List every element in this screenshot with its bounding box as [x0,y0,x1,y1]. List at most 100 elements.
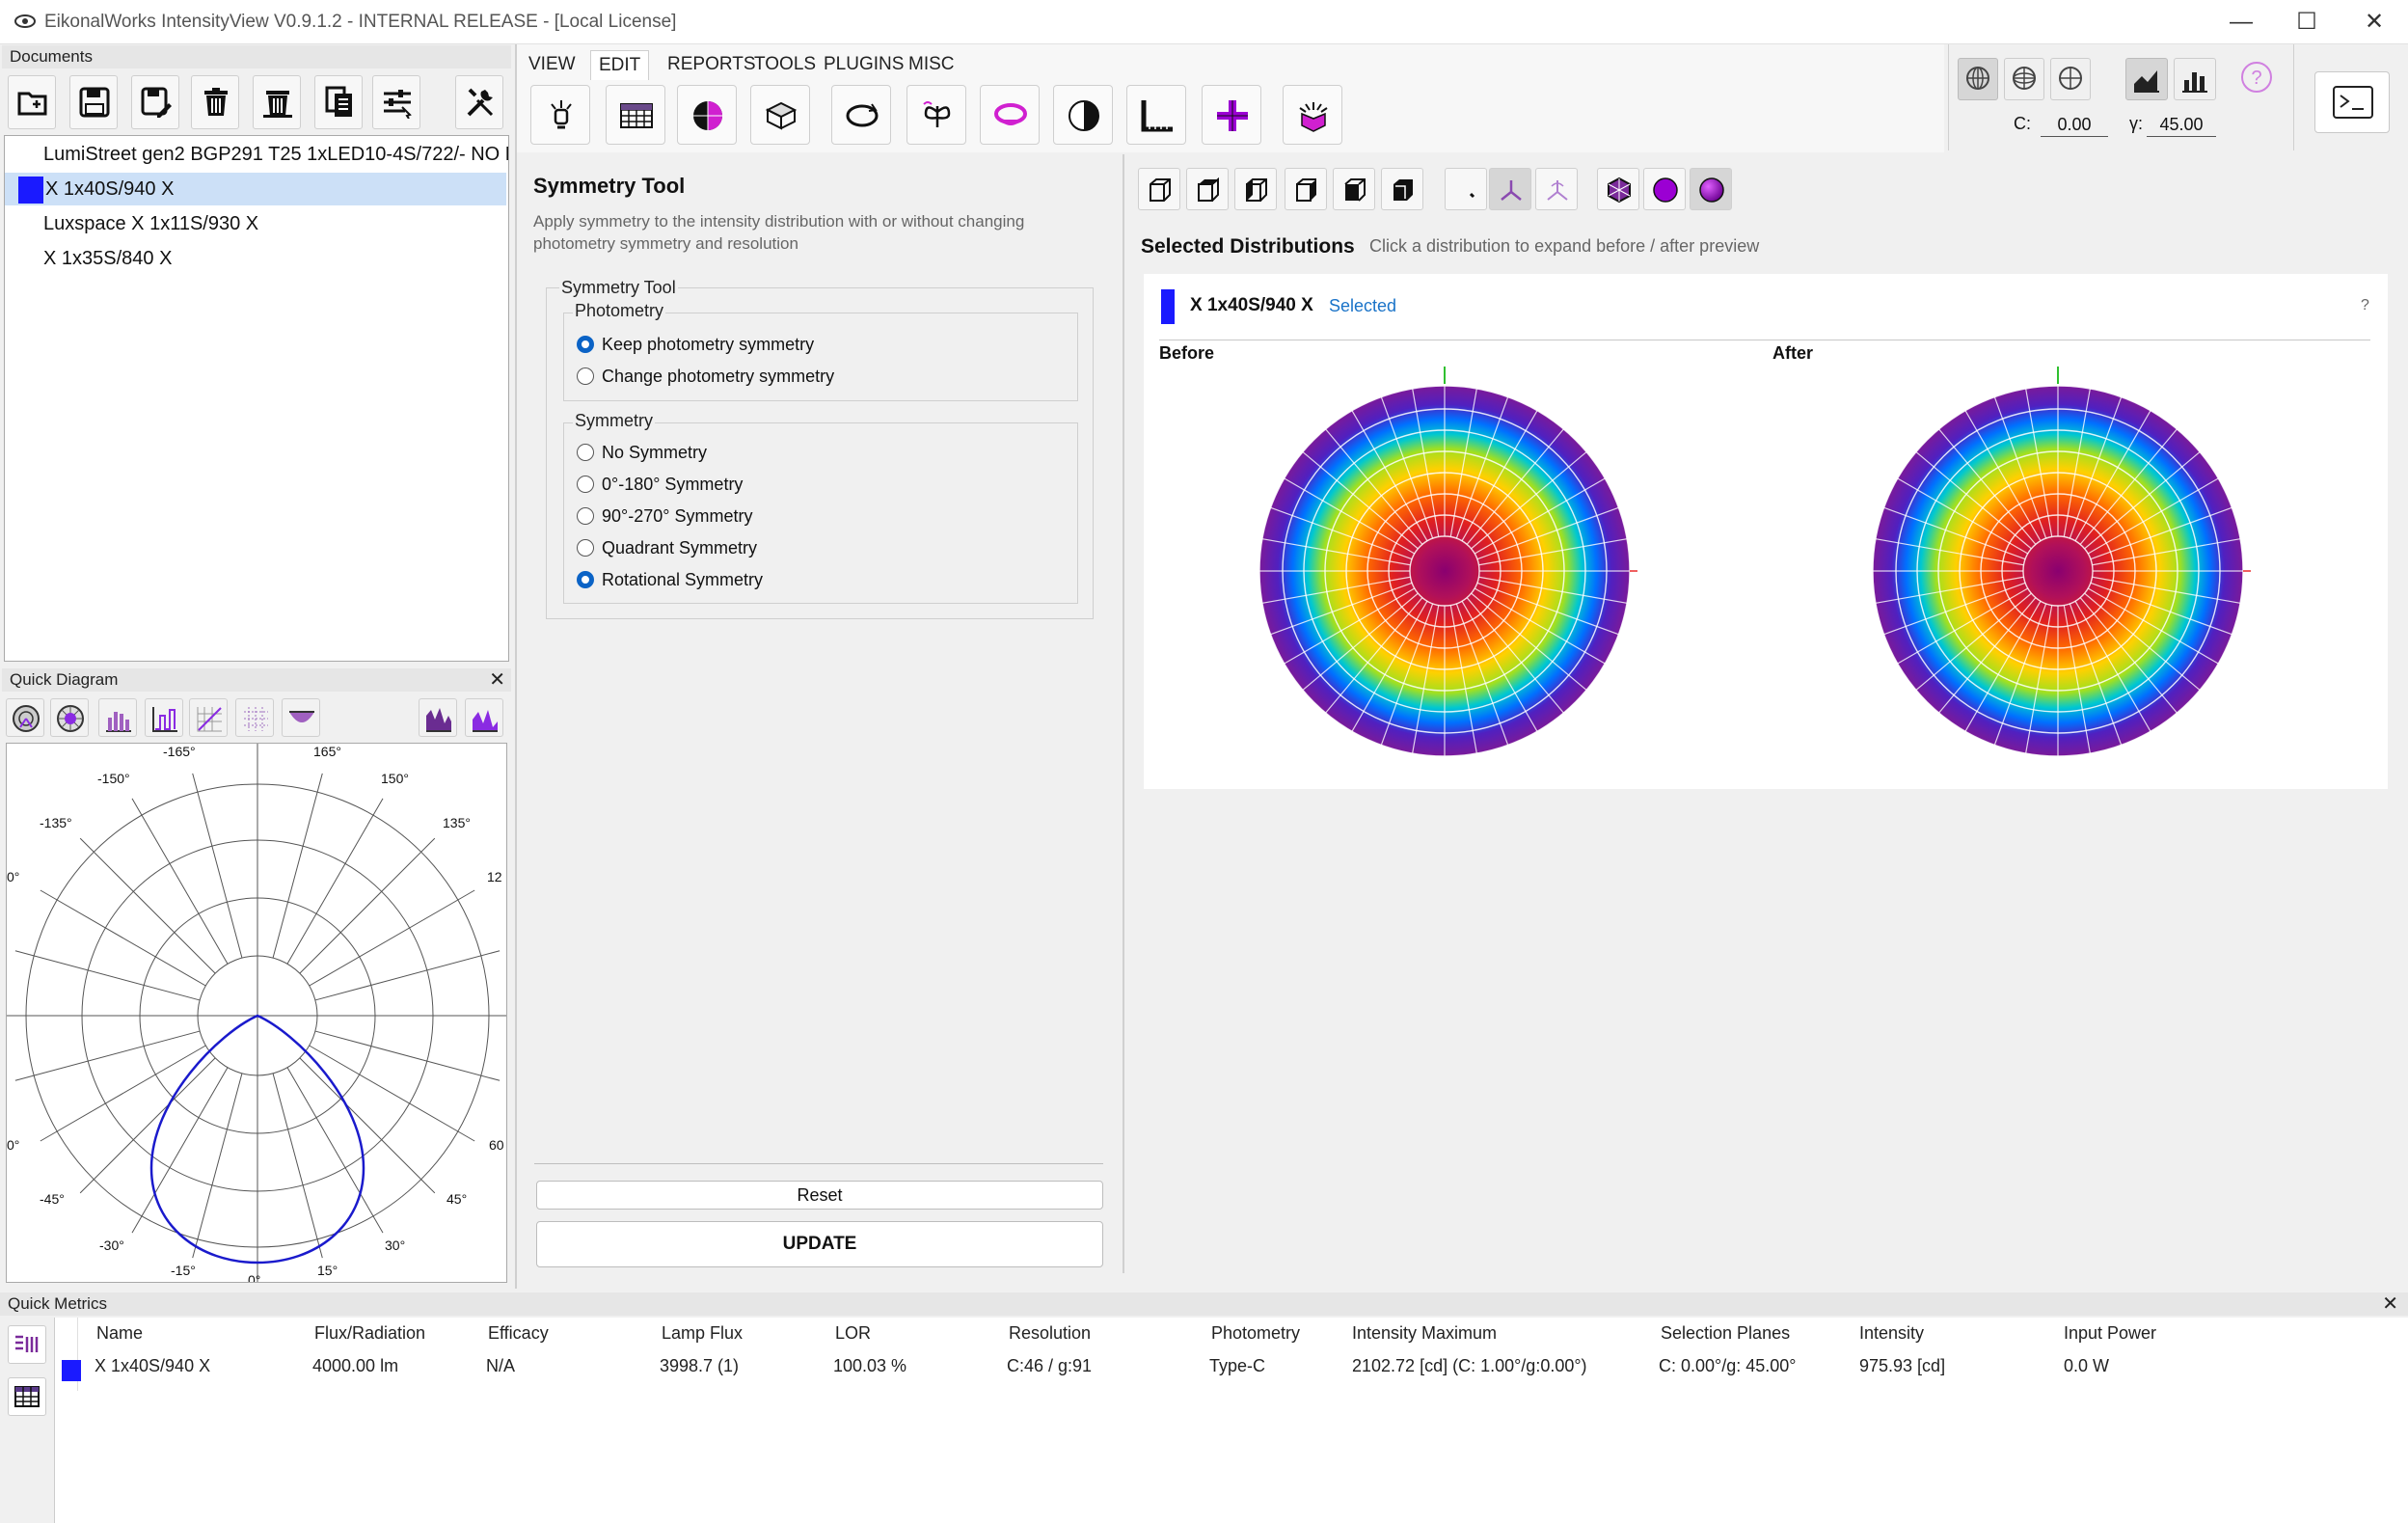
tools-button[interactable] [455,75,503,129]
close-quick-diagram-button[interactable]: ✕ [489,668,505,692]
spectrum-compare-button[interactable] [465,698,503,737]
update-button[interactable]: UPDATE [536,1221,1103,1267]
cube-right-icon [1296,178,1316,202]
add-button[interactable] [1202,85,1261,145]
radio-label: No Symmetry [602,443,708,462]
chart-area-button[interactable] [2125,58,2168,100]
distribution-help[interactable]: ? [2361,297,2369,314]
symmetry-tool-title: Symmetry Tool [533,174,686,198]
isoline-button[interactable] [189,698,228,737]
col-intensity-maximum[interactable]: Intensity Maximum [1352,1323,1497,1344]
c-value-input[interactable]: 0.00 [2041,112,2108,137]
coordinate-a-alpha-button[interactable] [2050,58,2091,100]
table-button[interactable] [606,85,665,145]
rotational-symmetry-radio[interactable]: Rotational Symmetry [575,567,763,592]
coordinate-b-beta-button[interactable] [2004,58,2044,100]
coordinate-c-gamma-button[interactable] [1958,58,1998,100]
tab-plugins[interactable]: PLUGINS [816,50,911,79]
keep-photometry-radio[interactable]: Keep photometry symmetry [575,332,814,357]
rotate-button[interactable] [831,85,891,145]
minimize-button[interactable]: — [2220,8,2262,37]
maximize-button[interactable]: ☐ [2286,8,2328,37]
splitter[interactable] [1123,154,1124,1273]
polar-diagram-button[interactable] [6,698,44,737]
flip-button[interactable] [980,85,1040,145]
tab-tools[interactable]: TOOLS [746,50,824,79]
quick-metrics-header: Quick Metrics ✕ [0,1292,2408,1316]
console-button[interactable] [2314,71,2390,133]
wireframe-button[interactable] [1597,168,1639,210]
quadrant-symmetry-radio[interactable]: Quadrant Symmetry [575,535,757,560]
chart-bar-button[interactable] [2174,58,2216,100]
col-lamp-flux[interactable]: Lamp Flux [662,1323,743,1344]
document-item[interactable]: X 1x35S/840 X [5,242,508,275]
metrics-table-view-button[interactable] [8,1377,46,1416]
axes-light-button[interactable] [1535,168,1578,210]
smooth-shade-button[interactable] [1690,168,1732,210]
half-circle-button[interactable] [1053,85,1113,145]
ruler-button[interactable] [1126,85,1186,145]
no-symmetry-radio[interactable]: No Symmetry [575,440,707,465]
pointer-button[interactable] [1445,168,1487,210]
col-intensity[interactable]: Intensity [1859,1323,1924,1344]
tab-misc[interactable]: MISC [901,50,962,79]
isocandela-button[interactable] [235,698,274,737]
copy-button[interactable] [314,75,363,129]
document-item-selected[interactable]: X 1x40S/940 X [5,173,506,205]
cartesian-polar-button[interactable] [50,698,89,737]
view-front-button[interactable] [1138,168,1180,210]
filter-settings-button[interactable] [372,75,420,129]
distribution-card[interactable]: X 1x40S/940 X Selected ? Before After [1144,274,2388,789]
col-name[interactable]: Name [96,1323,143,1344]
col-resolution[interactable]: Resolution [1009,1323,1091,1344]
polar-grid-spoke [192,773,243,959]
col-input-power[interactable]: Input Power [2064,1323,2156,1344]
open-folder-button[interactable] [8,75,56,129]
view-top-button[interactable] [1186,168,1229,210]
spectrum-button[interactable] [419,698,457,737]
view-side-button[interactable] [1234,168,1277,210]
solid-shade-button[interactable] [1643,168,1686,210]
save-as-button[interactable] [131,75,179,129]
close-quick-metrics-button[interactable]: ✕ [2382,1292,2398,1316]
close-button[interactable]: ✕ [2353,8,2395,37]
col-photometry[interactable]: Photometry [1211,1323,1300,1344]
mirror-button[interactable] [906,85,966,145]
help-button[interactable]: ? [2239,60,2274,98]
histogram-button[interactable] [98,698,137,737]
polar-grid-spoke [14,1030,201,1081]
symmetry-90-270-radio[interactable]: 90°-270° Symmetry [575,503,752,529]
col-lor[interactable]: LOR [835,1323,871,1344]
document-label: LumiStreet gen2 BGP291 T25 1xLED10-4S/72… [43,144,508,165]
col-flux[interactable]: Flux/Radiation [314,1323,425,1344]
delete-button[interactable] [191,75,239,129]
tab-view[interactable]: VIEW [521,50,583,79]
polar-grid-spoke [40,1045,206,1142]
document-item[interactable]: Luxspace X 1x11S/930 X [5,207,508,240]
view-solid-button[interactable] [1333,168,1375,210]
axes-button[interactable] [1489,168,1531,210]
luminaire-button[interactable] [530,85,590,145]
box-button[interactable] [750,85,810,145]
cartesian-button[interactable] [145,698,183,737]
save-button[interactable] [69,75,118,129]
change-photometry-radio[interactable]: Change photometry symmetry [575,364,834,389]
metrics-list-view-button[interactable] [8,1325,46,1364]
view-bottom-button[interactable] [1381,168,1423,210]
gamma-value-input[interactable]: 45.00 [2147,112,2216,137]
table-icon [620,103,653,128]
splitter[interactable] [515,44,517,1289]
col-selection-planes[interactable]: Selection Planes [1661,1323,1790,1344]
polar-grid-spoke [286,798,384,965]
delete-all-button[interactable] [253,75,301,129]
globe-button[interactable] [677,85,737,145]
tab-edit[interactable]: EDIT [590,50,650,80]
symmetry-0-180-radio[interactable]: 0°-180° Symmetry [575,472,743,497]
document-item[interactable]: LumiStreet gen2 BGP291 T25 1xLED10-4S/72… [5,138,508,171]
view-right-button[interactable] [1285,168,1327,210]
col-efficacy[interactable]: Efficacy [488,1323,549,1344]
beam-button[interactable] [282,698,320,737]
box-open-button[interactable] [1283,85,1342,145]
reset-button[interactable]: Reset [536,1181,1103,1210]
radio-dot [577,444,594,461]
